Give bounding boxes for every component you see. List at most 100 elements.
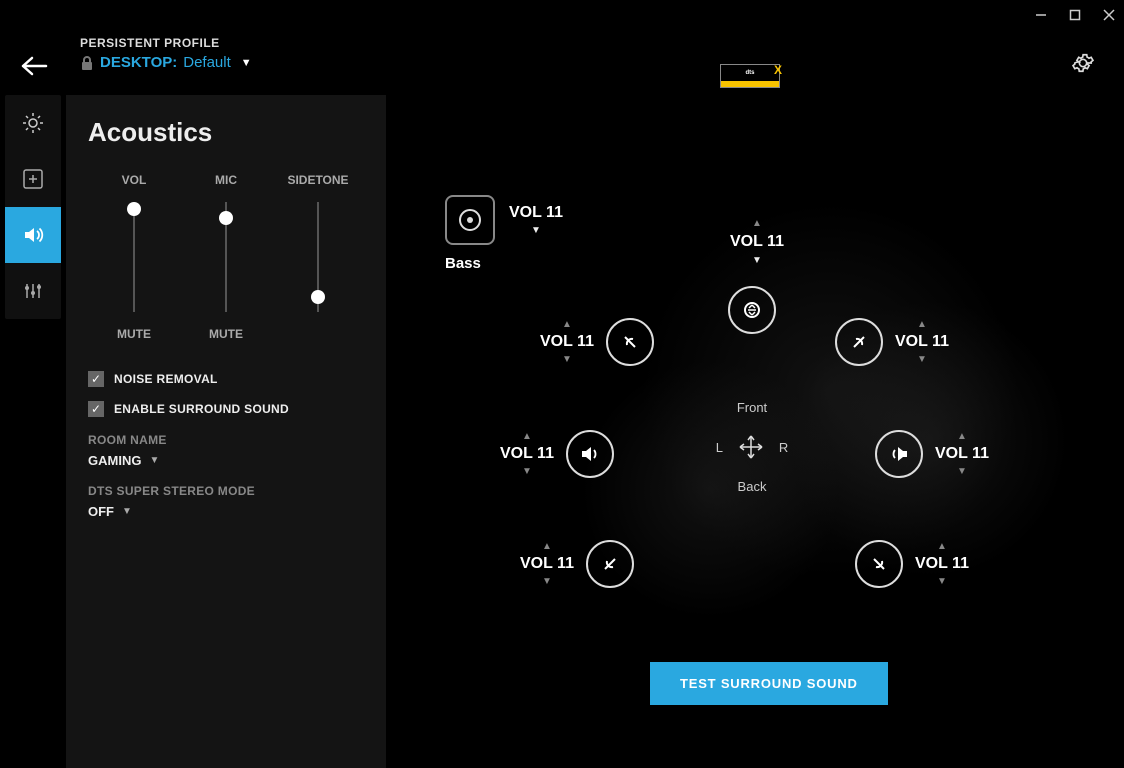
slider-mic[interactable]: MIC MUTE xyxy=(186,173,266,341)
center-vol: ▲ VOL 11 ▼ xyxy=(730,218,784,266)
speaker-sr-icon xyxy=(888,443,910,465)
field-dropdown[interactable]: OFF ▼ xyxy=(88,504,364,519)
vol-down-icon[interactable]: ▼ xyxy=(562,354,572,365)
settings-button[interactable] xyxy=(1072,52,1094,79)
sidebar-tab-audio[interactable] xyxy=(5,207,61,263)
slider-track[interactable] xyxy=(225,202,227,312)
vol-up-icon[interactable]: ▲ xyxy=(917,319,927,330)
rear-right-speaker-group: ▲ VOL 11 ▼ xyxy=(855,540,969,588)
test-surround-button[interactable]: TEST SURROUND SOUND xyxy=(650,662,888,705)
acoustics-panel: Acoustics VOL MUTE MIC MUTE SIDETONE ✓ N… xyxy=(66,95,386,768)
vol-up-icon[interactable]: ▲ xyxy=(937,541,947,552)
sidebar-tab-equalizer[interactable] xyxy=(5,263,61,319)
field-label: ROOM NAME xyxy=(88,433,364,447)
back-button[interactable] xyxy=(20,56,48,81)
slider-bottom-label: MUTE xyxy=(209,327,243,341)
speaker-icon xyxy=(21,223,45,247)
side-left-speaker-group: ▲ VOL 11 ▼ xyxy=(500,430,614,478)
rear-left-speaker-group: ▲ VOL 11 ▼ xyxy=(520,540,634,588)
bass-label: Bass xyxy=(445,255,481,272)
field-value: OFF xyxy=(88,504,114,519)
vol-up-icon[interactable]: ▲ xyxy=(957,431,967,442)
checkbox-label: ENABLE SURROUND SOUND xyxy=(114,402,289,416)
close-button[interactable] xyxy=(1102,8,1116,22)
orientation-labels: Front L R Back xyxy=(712,400,792,494)
front-right-speaker-group: ▲ VOL 11 ▼ xyxy=(835,318,949,366)
field-label: DTS SUPER STEREO MODE xyxy=(88,484,364,498)
slider-vol[interactable]: VOL MUTE xyxy=(94,173,174,341)
vol-label: VOL 11 xyxy=(520,555,574,573)
sidebar-tab-brightness[interactable] xyxy=(5,95,61,151)
vol-up-icon[interactable]: ▲ xyxy=(522,431,532,442)
vol-down-icon[interactable]: ▼ xyxy=(522,466,532,477)
rear-right-speaker[interactable] xyxy=(855,540,903,588)
vol-label: VOL 11 xyxy=(500,445,554,463)
sidebar-tab-add[interactable] xyxy=(5,151,61,207)
vol-up-icon[interactable]: ▲ xyxy=(562,319,572,330)
checkbox-label: NOISE REMOVAL xyxy=(114,372,218,386)
profile-section-label: PERSISTENT PROFILE xyxy=(80,36,252,50)
profile-selector[interactable]: DESKTOP: Default ▼ xyxy=(80,54,252,71)
bass-vol-label: VOL 11 xyxy=(509,204,563,222)
slider-label: MIC xyxy=(215,173,237,187)
speaker-fl-icon xyxy=(619,331,641,353)
speaker-rr-icon xyxy=(868,553,890,575)
profile-prefix: DESKTOP: xyxy=(100,54,177,71)
add-icon xyxy=(23,169,43,189)
slider-label: SIDETONE xyxy=(287,173,348,187)
side-right-speaker-group: ▲ VOL 11 ▼ xyxy=(875,430,989,478)
minimize-button[interactable] xyxy=(1034,8,1048,22)
field-stereo-mode: DTS SUPER STEREO MODE OFF ▼ xyxy=(88,484,364,519)
left-label: L xyxy=(716,440,723,455)
checkbox-icon: ✓ xyxy=(88,371,104,387)
vol-down-icon[interactable]: ▼ xyxy=(937,576,947,587)
dts-badge: dtsX xyxy=(720,64,780,88)
checkbox-icon: ✓ xyxy=(88,401,104,417)
profile-name: Default xyxy=(183,54,231,71)
front-right-speaker[interactable] xyxy=(835,318,883,366)
slider-bottom-label: MUTE xyxy=(117,327,151,341)
chevron-down-icon: ▼ xyxy=(149,455,159,466)
side-left-speaker[interactable] xyxy=(566,430,614,478)
vol-label: VOL 11 xyxy=(540,333,594,351)
vol-down-icon[interactable]: ▼ xyxy=(542,576,552,587)
bass-button[interactable] xyxy=(445,195,495,245)
vol-down-icon[interactable]: ▼ xyxy=(957,466,967,477)
field-value: GAMING xyxy=(88,453,141,468)
brightness-icon xyxy=(21,111,45,135)
vol-up-icon[interactable]: ▲ xyxy=(542,541,552,552)
checkbox-surround-sound[interactable]: ✓ ENABLE SURROUND SOUND xyxy=(88,401,364,417)
dts-text: dts xyxy=(746,70,755,76)
vol-label: VOL 11 xyxy=(730,233,784,251)
vol-down-icon[interactable]: ▼ xyxy=(752,255,762,266)
right-label: R xyxy=(779,440,788,455)
slider-sidetone[interactable]: SIDETONE xyxy=(278,173,358,341)
chevron-down-icon: ▼ xyxy=(122,506,132,517)
field-dropdown[interactable]: GAMING ▼ xyxy=(88,453,364,468)
vol-label: VOL 11 xyxy=(915,555,969,573)
slider-label: VOL xyxy=(122,173,147,187)
slider-track[interactable] xyxy=(133,202,135,312)
sidebar xyxy=(5,95,61,319)
vol-up-icon[interactable]: ▲ xyxy=(752,218,762,229)
field-room-name: ROOM NAME GAMING ▼ xyxy=(88,433,364,468)
chevron-down-icon: ▼ xyxy=(241,57,252,69)
center-speaker-icon xyxy=(740,298,764,322)
back-label: Back xyxy=(712,479,792,494)
equalizer-icon xyxy=(23,281,43,301)
move-axis-icon[interactable] xyxy=(737,433,765,461)
rear-left-speaker[interactable] xyxy=(586,540,634,588)
maximize-button[interactable] xyxy=(1068,8,1082,22)
surround-stage: VOL 11 ▼ Bass ▲ VOL 11 ▼ ▲ VOL 11 ▼ ▲ VO… xyxy=(400,100,1124,768)
center-speaker[interactable] xyxy=(728,286,776,334)
side-right-speaker[interactable] xyxy=(875,430,923,478)
vol-down-icon[interactable]: ▼ xyxy=(531,225,541,236)
front-left-speaker[interactable] xyxy=(606,318,654,366)
front-left-speaker-group: ▲ VOL 11 ▼ xyxy=(540,318,654,366)
bass-channel: VOL 11 ▼ Bass xyxy=(445,195,563,272)
vol-down-icon[interactable]: ▼ xyxy=(917,354,927,365)
speaker-sl-icon xyxy=(579,443,601,465)
slider-track[interactable] xyxy=(317,202,319,312)
panel-title: Acoustics xyxy=(88,117,364,148)
checkbox-noise-removal[interactable]: ✓ NOISE REMOVAL xyxy=(88,371,364,387)
